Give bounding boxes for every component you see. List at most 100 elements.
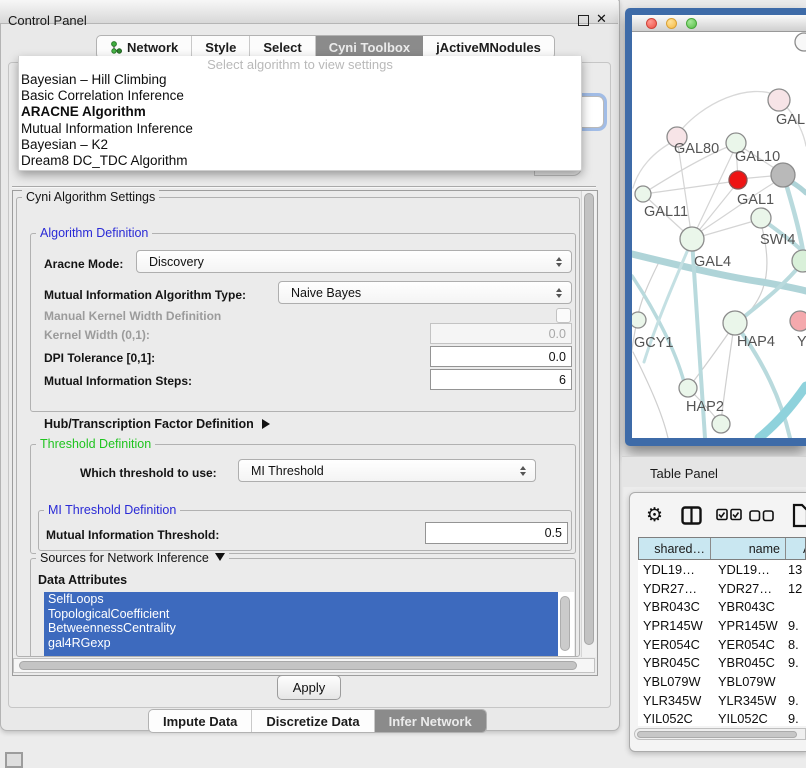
network-node-swi4[interactable] [792, 250, 806, 272]
settings-horizontal-scrollbar-thumb[interactable] [19, 661, 577, 670]
attributes-scrollbar[interactable] [558, 593, 573, 655]
float-window-icon[interactable] [578, 15, 589, 26]
mi-threshold-field[interactable]: 0.5 [425, 522, 568, 544]
network-node-hap4[interactable] [723, 311, 747, 335]
network-window-titlebar[interactable] [632, 15, 806, 32]
attribute-item[interactable]: BetweennessCentrality [44, 621, 558, 636]
mi-type-combo[interactable]: Naive Bayes [278, 281, 572, 304]
column-header[interactable]: A [786, 538, 806, 559]
network-node[interactable] [712, 415, 730, 433]
network-edge[interactable] [644, 181, 737, 194]
table-row[interactable]: YBR043CYBR043C [638, 597, 806, 616]
tab-style[interactable]: Style [192, 36, 250, 58]
dropdown-item[interactable]: Basic Correlation Inference [19, 88, 581, 104]
dropdown-item[interactable]: Bayesian – K2 [19, 137, 581, 153]
table-cell: YER054C [638, 637, 710, 652]
network-node[interactable] [771, 163, 795, 187]
tab-impute-data[interactable]: Impute Data [149, 710, 252, 732]
manual-kernel-checkbox[interactable] [556, 308, 571, 323]
table-row[interactable]: YLR345WYLR345W9. [638, 691, 806, 710]
table-row[interactable]: YPR145WYPR145W9. [638, 616, 806, 635]
network-node-gal1[interactable] [751, 208, 771, 228]
network-node[interactable] [795, 33, 806, 51]
network-node-gcy1[interactable] [632, 312, 646, 328]
dropdown-item[interactable]: Mutual Information Inference [19, 121, 581, 137]
network-node[interactable] [729, 171, 747, 189]
dropdown-item[interactable]: Dream8 DC_TDC Algorithm [19, 153, 581, 169]
data-attributes-list[interactable]: SelfLoopsTopologicalCoefficientBetweenne… [44, 592, 574, 656]
attributes-scrollbar-thumb[interactable] [560, 596, 570, 651]
export-table-icon[interactable] [792, 503, 806, 533]
docked-panel-icon[interactable] [5, 752, 23, 768]
network-edge[interactable] [738, 263, 802, 322]
mi-steps-field[interactable]: 6 [430, 369, 572, 390]
table-cell: 9. [785, 618, 806, 633]
tab-discretize-data[interactable]: Discretize Data [252, 710, 374, 732]
table-rows[interactable]: YDL19…YDL19…13YDR27…YDR27…12YBR043CYBR04… [638, 560, 806, 726]
control-panel-titlebar[interactable] [0, 0, 618, 24]
attribute-item[interactable]: SelfLoops [44, 592, 558, 607]
table-cell: YBL079W [710, 674, 785, 689]
network-edge[interactable] [677, 91, 778, 135]
kernel-width-field: 0.0 [430, 323, 572, 344]
network-node-gal[interactable] [768, 89, 790, 111]
table-row[interactable]: YIL052CYIL052C9. [638, 710, 806, 727]
network-node-y[interactable] [790, 311, 806, 331]
which-threshold-combo[interactable]: MI Threshold [238, 459, 536, 482]
node-label: HAP2 [686, 399, 724, 415]
minimize-traffic-light-icon[interactable] [666, 18, 677, 29]
tab-jactivemnodules[interactable]: jActiveMNodules [423, 36, 554, 58]
table-cell: YDR27… [638, 581, 710, 596]
table-header: shared…nameA [638, 537, 806, 560]
network-node-gal4[interactable] [680, 227, 704, 251]
divider-line-highlight [12, 187, 596, 188]
attribute-item[interactable]: TopologicalCoefficient [44, 607, 558, 622]
settings-vertical-scrollbar-thumb[interactable] [584, 193, 594, 645]
close-traffic-light-icon[interactable] [646, 18, 657, 29]
dropdown-item[interactable]: ARACNE Algorithm [19, 104, 581, 120]
zoom-traffic-light-icon[interactable] [686, 18, 697, 29]
network-edge[interactable] [633, 352, 668, 438]
network-edge[interactable] [633, 140, 676, 188]
table-cell: YDL19… [638, 562, 710, 577]
table-cell: YBR045C [710, 655, 785, 670]
network-canvas[interactable]: GALGAL80GAL10GAL1GAL11SWI4GAL4GCY1HAP4YH… [632, 32, 806, 438]
table-row[interactable]: YDL19…YDL19…13 [638, 560, 806, 579]
column-header[interactable]: shared… [639, 538, 711, 559]
column-header[interactable]: name [711, 538, 786, 559]
tab-cyni-toolbox[interactable]: Cyni Toolbox [316, 36, 423, 58]
sources-group-label[interactable]: Sources for Network Inference [36, 551, 229, 565]
table-cell: 9. [785, 655, 806, 670]
network-edge[interactable] [759, 386, 806, 438]
table-row[interactable]: YBR045CYBR045C9. [638, 653, 806, 672]
close-icon[interactable]: ✕ [596, 11, 607, 27]
settings-horizontal-scrollbar[interactable] [13, 658, 595, 673]
table-row[interactable]: YER054CYER054C8. [638, 635, 806, 654]
table-cell: 9. [785, 711, 806, 726]
attribute-item[interactable]: gal4RGexp [44, 636, 558, 651]
settings-vertical-scrollbar[interactable] [581, 191, 596, 657]
which-threshold-label: Which threshold to use: [80, 466, 217, 480]
deselect-all-checkboxes-icon[interactable] [749, 509, 775, 527]
table-cell: YDR27… [710, 581, 785, 596]
dpi-tolerance-field[interactable]: 0.0 [430, 346, 572, 367]
tab-select[interactable]: Select [250, 36, 315, 58]
tab-infer-network[interactable]: Infer Network [375, 710, 486, 732]
table-horizontal-scrollbar-thumb[interactable] [637, 731, 797, 738]
table-row[interactable]: YDR27…YDR27…12 [638, 579, 806, 598]
apply-button[interactable]: Apply [277, 675, 341, 700]
combo-arrows-icon [556, 282, 562, 303]
algorithm-dropdown: Select algorithm to view settings Bayesi… [18, 56, 582, 171]
table-row[interactable]: YBL079WYBL079W [638, 672, 806, 691]
aracne-mode-combo[interactable]: Discovery [136, 250, 572, 273]
split-columns-icon[interactable] [681, 506, 702, 530]
table-cell: YBL079W [638, 674, 710, 689]
network-node-hap2[interactable] [679, 379, 697, 397]
select-all-checkboxes-icon[interactable] [716, 508, 743, 526]
table-horizontal-scrollbar[interactable] [634, 728, 806, 740]
hub-section-toggle[interactable]: Hub/Transcription Factor Definition [44, 417, 270, 431]
gear-icon[interactable]: ⚙ [646, 504, 663, 527]
tab-network[interactable]: Network [97, 36, 192, 58]
network-node-gal11[interactable] [635, 186, 651, 202]
dropdown-item[interactable]: Bayesian – Hill Climbing [19, 72, 581, 88]
